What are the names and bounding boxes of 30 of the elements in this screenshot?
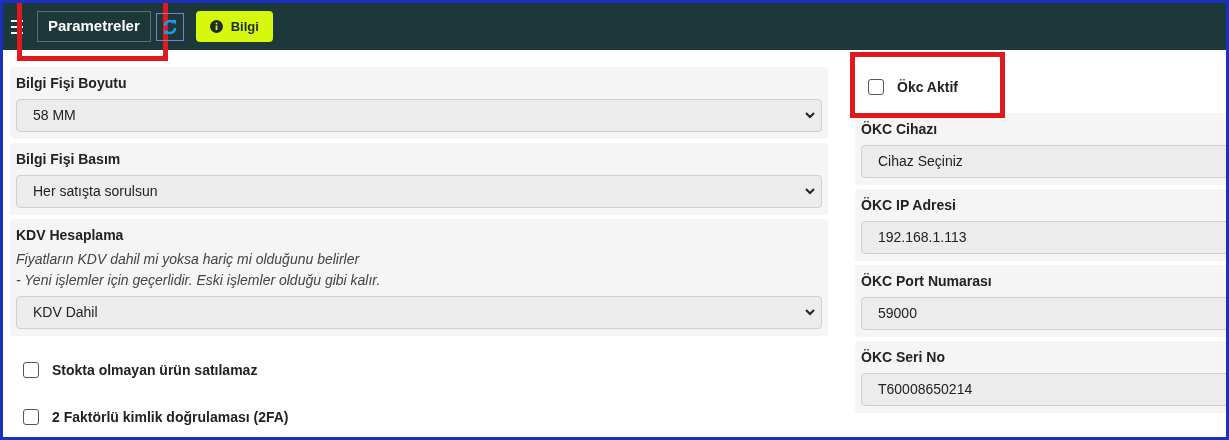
input-field[interactable]: 59000 [861,297,1226,330]
info-icon [209,20,223,33]
field-label: ÖKC Cihazı [861,120,939,139]
checkbox[interactable] [23,362,39,378]
field-label: ÖKC IP Adresi [861,196,957,215]
field-label: Bilgi Fişi Basım [16,150,122,169]
refresh-icon [162,18,177,35]
field-label: Bilgi Fişi Boyutu [16,74,128,93]
field-description: Fiyatların KDV dahil mi yoksa hariç mi olduğunu belirler - Yeni işlemler için geçerlidir. Eski işlemler olduğu gibi kalır. [16,250,382,290]
checkbox-label: Ökc Aktif [897,77,958,97]
info-button[interactable]: Bilgi [195,11,273,42]
checkbox[interactable] [23,409,39,425]
select-field[interactable]: KDV Dahil [16,296,822,329]
input-field[interactable]: T60008650214 [861,373,1226,406]
checkbox-label: Stokta olmayan ürün satılamaz [52,360,258,380]
chevron-down-icon [805,112,815,119]
input-field[interactable]: Cihaz Seçiniz [861,145,1226,178]
select-field[interactable]: 58 MM [16,99,822,132]
chevron-down-icon [805,309,815,316]
select-field[interactable]: Her satışta sorulsun [16,175,822,208]
field-label: ÖKC Seri No [861,348,946,367]
parameters-tab[interactable]: Parametreler [37,11,151,42]
checkbox[interactable] [868,79,884,95]
checkbox-label: 2 Faktörlü kimlik doğrulaması (2FA) [52,407,289,427]
menu-icon[interactable] [11,18,23,35]
input-field[interactable]: 192.168.1.113 [861,221,1226,254]
chevron-down-icon [805,188,815,195]
field-label: KDV Hesaplama [16,226,125,245]
refresh-button[interactable] [155,12,184,41]
field-label: ÖKC Port Numarası [861,272,993,291]
